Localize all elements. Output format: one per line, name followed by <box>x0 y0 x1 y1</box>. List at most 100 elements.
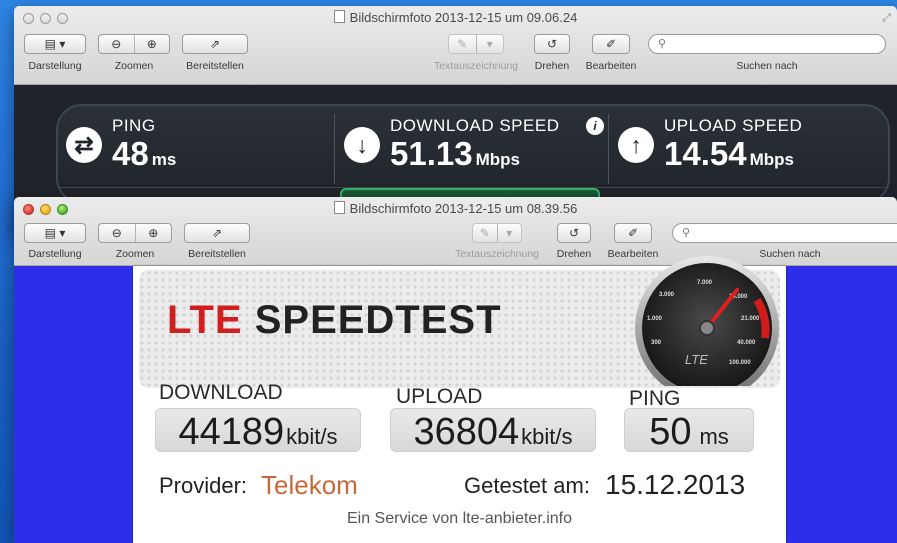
search-label: Suchen nach <box>736 60 798 72</box>
share-icon: ⇗ <box>211 226 223 240</box>
chevron-down-icon: ▾ <box>496 224 522 242</box>
rotate-button[interactable]: ↺ <box>534 34 570 54</box>
annotate-label: Textauszeichnung <box>454 248 540 260</box>
preview-window-front[interactable]: Bildschirmfoto 2013-12-15 um 08.39.56 ▤ … <box>14 197 897 543</box>
gauge-tick: 40.000 <box>737 340 756 346</box>
gauge-tick: 21.000 <box>741 316 760 322</box>
upload-value: 14.54 Mbps <box>664 135 794 172</box>
exchange-arrows-icon: ⇄ <box>66 127 102 163</box>
share-label: Bereitstellen <box>186 60 244 72</box>
lte-title: LTE SPEEDTEST <box>167 298 502 343</box>
sidebar-view-icon: ▤ ▾ <box>44 37 66 51</box>
speedtest-result-bar: ⇄ PING 48 ms ↓ DOWNLOAD SPEED i 51.13 Mbps… <box>56 104 890 218</box>
view-button[interactable]: ▤ ▾ <box>24 223 86 243</box>
zoom-out-icon[interactable]: ⊖ <box>99 224 135 242</box>
window-titlebar[interactable]: Bildschirmfoto 2013-12-15 um 09.06.24 ⤢ … <box>14 6 897 85</box>
upload-label: UPLOAD <box>396 385 483 408</box>
zoom-label: Zoomen <box>115 248 155 260</box>
upload-label: UPLOAD SPEED <box>664 116 803 135</box>
annotate-button[interactable]: ✎ ▾ <box>448 34 504 54</box>
divider <box>334 114 335 184</box>
zoom-label: Zoomen <box>114 60 154 72</box>
download-value: 51.13 Mbps <box>390 135 520 172</box>
rotate-label: Drehen <box>556 248 592 260</box>
rotate-icon: ↺ <box>546 37 558 51</box>
ping-value: 50 <box>649 411 692 453</box>
provider-value: Telekom <box>261 470 358 500</box>
view-button[interactable]: ▤ ▾ <box>24 34 86 54</box>
download-value-box: 44189 kbit/s <box>155 408 361 453</box>
annotate-button[interactable]: ✎ ▾ <box>472 223 522 243</box>
download-panel: ↓ DOWNLOAD SPEED i 51.13 Mbps <box>336 106 608 188</box>
gauge-tick: 300 <box>651 340 662 346</box>
provider-label: Provider: <box>159 473 248 498</box>
gauge-tick: 7.000 <box>697 280 713 286</box>
tested-date: 15.12.2013 <box>605 469 746 500</box>
magnifier-icon: ⚲ <box>658 38 667 50</box>
rotate-label: Drehen <box>534 60 570 72</box>
edit-button[interactable]: ✐ <box>592 34 630 54</box>
window-title-text: Bildschirmfoto 2013-12-15 um 09.06.24 <box>349 10 578 25</box>
download-value: 44189 <box>178 411 285 453</box>
upload-value-box: 36804 kbit/s <box>390 408 596 453</box>
arrow-up-icon: ↑ <box>618 127 654 163</box>
gauge-tick: 1.000 <box>647 316 663 322</box>
document-icon <box>333 201 345 214</box>
upload-unit: kbit/s <box>521 424 573 449</box>
tested-label: Getestet am: <box>464 473 590 498</box>
share-button[interactable]: ⇗ <box>182 34 248 54</box>
edit-icon: ✐ <box>605 37 617 51</box>
view-label: Darstellung <box>28 60 82 72</box>
search-field[interactable]: ⚲ <box>672 223 897 243</box>
window-title: Bildschirmfoto 2013-12-15 um 08.39.56 <box>14 201 897 216</box>
search-field[interactable]: ⚲ <box>648 34 886 54</box>
view-label: Darstellung <box>28 248 82 260</box>
divider <box>608 114 609 184</box>
upload-value: 36804 <box>413 411 520 453</box>
download-unit: kbit/s <box>286 424 338 449</box>
magnifier-icon: ⚲ <box>682 227 691 239</box>
pencil-icon: ✎ <box>457 37 468 51</box>
speed-gauge: 3.000 7.000 14.000 21.000 40.000 100.000… <box>635 256 779 386</box>
lte-title-red: LTE <box>167 298 243 342</box>
edit-icon: ✐ <box>627 226 639 240</box>
zoom-in-icon[interactable]: ⊕ <box>133 35 170 53</box>
rotate-icon: ↺ <box>568 226 580 240</box>
share-icon: ⇗ <box>209 37 221 51</box>
annotate-label: Textauszeichnung <box>433 60 519 72</box>
info-icon[interactable]: i <box>586 117 604 135</box>
ping-panel: ⇄ PING 48 ms <box>58 106 334 188</box>
zoom-control[interactable]: ⊖ ⊕ <box>98 223 172 243</box>
lte-speedtest-card: LTE SPEEDTEST 3.000 7.000 14.000 21.000 … <box>133 256 786 543</box>
chevron-down-icon: ▾ <box>475 35 504 53</box>
download-label: DOWNLOAD <box>159 381 283 404</box>
gauge-tick: 100.000 <box>729 360 751 366</box>
lte-title-rest: SPEEDTEST <box>254 298 502 342</box>
share-button[interactable]: ⇗ <box>184 223 250 243</box>
gauge-hub <box>699 320 715 336</box>
upload-panel: ↑ UPLOAD SPEED 14.54 Mbps <box>610 106 888 188</box>
pencil-icon: ✎ <box>479 226 490 240</box>
lte-header: LTE SPEEDTEST 3.000 7.000 14.000 21.000 … <box>139 256 780 388</box>
rotate-button[interactable]: ↺ <box>557 223 591 243</box>
download-label: DOWNLOAD SPEED <box>390 116 560 135</box>
edit-button[interactable]: ✐ <box>614 223 652 243</box>
zoom-control[interactable]: ⊖ ⊕ <box>98 34 170 54</box>
ping-unit: ms <box>699 424 729 449</box>
ping-value-box: 50 ms <box>624 408 754 453</box>
zoom-in-icon[interactable]: ⊕ <box>134 224 172 242</box>
zoom-out-icon[interactable]: ⊖ <box>99 35 134 53</box>
ping-value: 48 ms <box>112 135 177 172</box>
footer-note: Ein Service von lte-anbieter.info <box>346 510 572 527</box>
share-label: Bereitstellen <box>188 248 246 260</box>
gauge-tick: 3.000 <box>659 292 675 298</box>
document-icon <box>333 10 345 23</box>
gauge-label: LTE <box>685 352 708 367</box>
edit-label: Bearbeiten <box>585 60 637 72</box>
arrow-down-icon: ↓ <box>344 127 380 163</box>
window-title-text: Bildschirmfoto 2013-12-15 um 08.39.56 <box>349 201 578 216</box>
window-title: Bildschirmfoto 2013-12-15 um 09.06.24 <box>14 10 897 25</box>
fullscreen-icon[interactable]: ⤢ <box>882 12 891 25</box>
sidebar-view-icon: ▤ ▾ <box>44 226 66 240</box>
image-content: LTE SPEEDTEST 3.000 7.000 14.000 21.000 … <box>14 256 897 543</box>
